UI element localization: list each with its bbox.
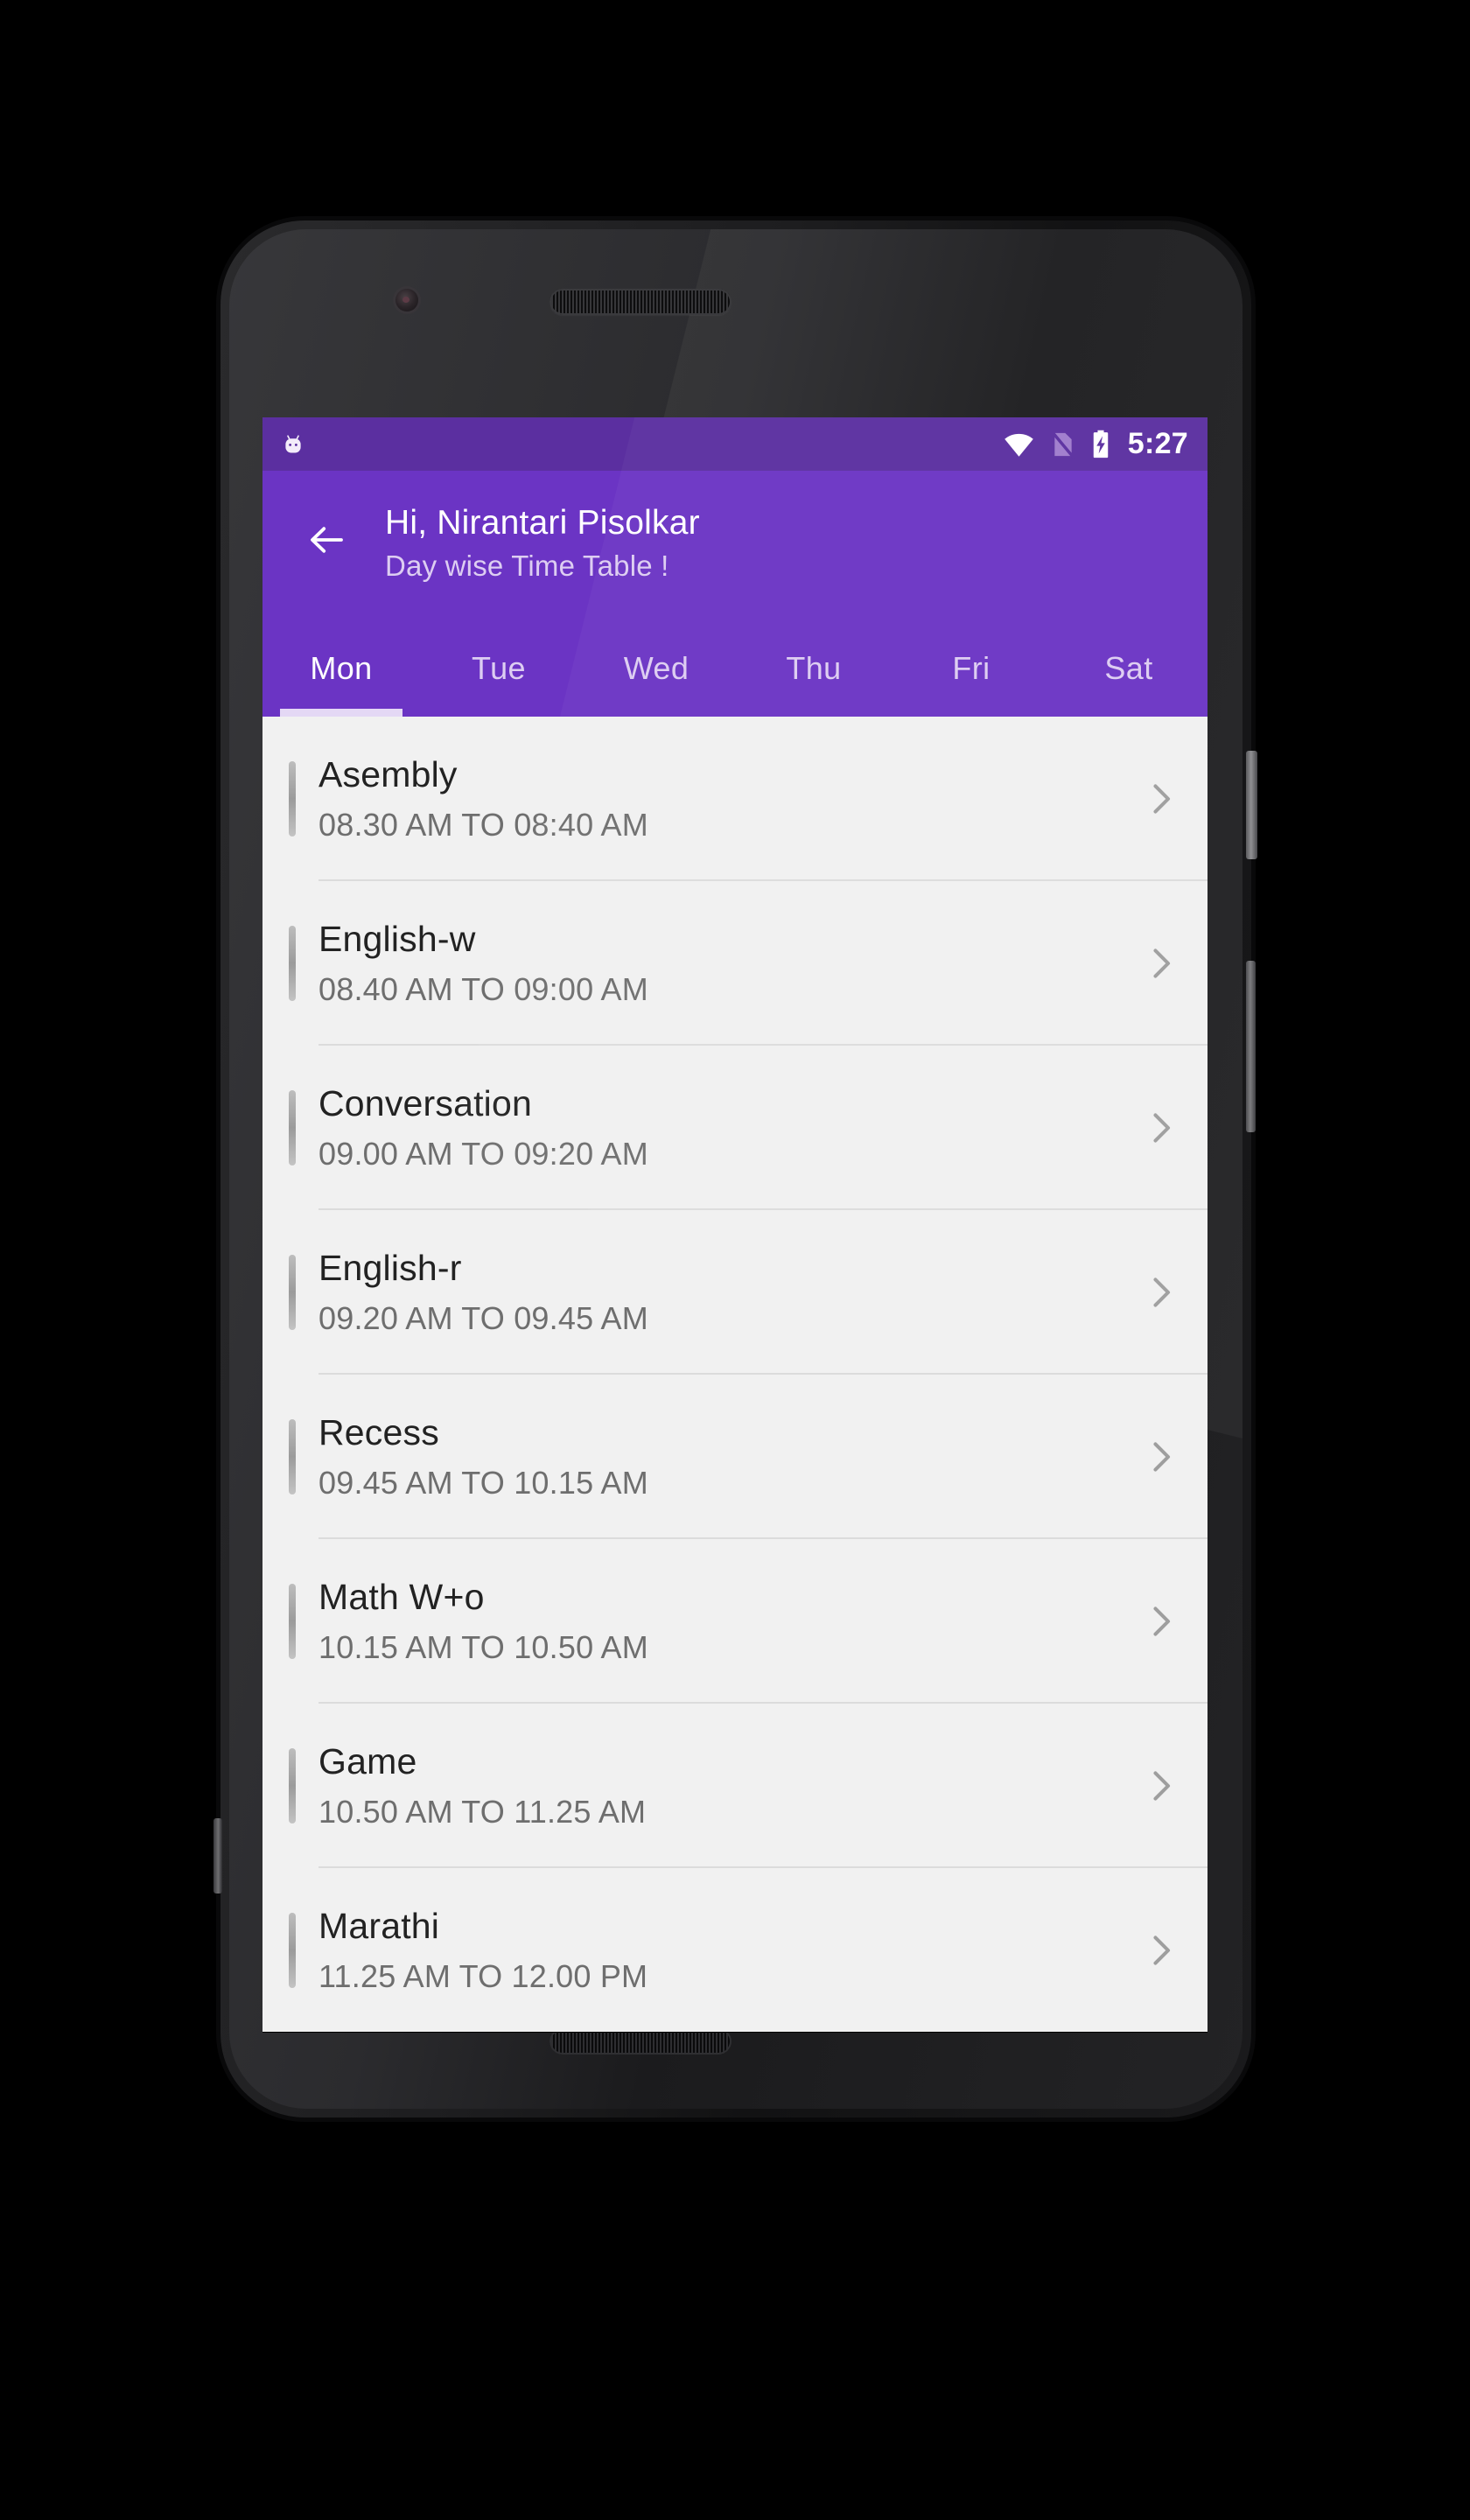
row-subject: Marathi bbox=[318, 1906, 440, 1946]
chevron-right-icon[interactable] bbox=[1141, 1108, 1181, 1148]
nav-home-button[interactable] bbox=[682, 2032, 788, 2033]
power-button[interactable] bbox=[1246, 751, 1257, 859]
row-accent-bar bbox=[289, 926, 296, 1001]
page-title: Hi, Nirantari Pisolkar bbox=[385, 504, 700, 542]
phone-screen: 5:27 Hi, Nirantari Pisolkar Day wise Tim… bbox=[262, 417, 1208, 2033]
app-bar-row: Hi, Nirantari Pisolkar Day wise Time Tab… bbox=[262, 492, 1208, 586]
tab-sat[interactable]: Sat bbox=[1050, 620, 1208, 717]
page-subtitle: Day wise Time Table ! bbox=[385, 550, 669, 582]
android-nav-bar bbox=[262, 2032, 1208, 2033]
row-subject: Asembly bbox=[318, 754, 458, 794]
earpiece-speaker-grille bbox=[550, 289, 732, 315]
row-time: 10.50 AM TO 11.25 AM bbox=[318, 1794, 647, 1830]
app-bar-titles: Hi, Nirantari Pisolkar Day wise Time Tab… bbox=[385, 492, 700, 586]
timetable-list[interactable]: Asembly 08.30 AM TO 08:40 AM English-w 0… bbox=[262, 717, 1208, 2032]
wifi-icon bbox=[1004, 431, 1034, 458]
table-row[interactable]: Game 10.50 AM TO 11.25 AM bbox=[262, 1704, 1208, 1868]
chevron-right-icon[interactable] bbox=[1141, 1437, 1181, 1477]
row-subject: Conversation bbox=[318, 1083, 532, 1124]
row-text: Conversation 09.00 AM TO 09:20 AM bbox=[318, 1079, 1129, 1177]
tab-label: Thu bbox=[786, 649, 842, 686]
front-camera-icon bbox=[396, 289, 418, 312]
row-subject: Math W+o bbox=[318, 1577, 485, 1617]
back-button[interactable] bbox=[292, 506, 360, 574]
table-row[interactable]: Conversation 09.00 AM TO 09:20 AM bbox=[262, 1046, 1208, 1210]
row-subject: Recess bbox=[318, 1412, 439, 1452]
tab-fri[interactable]: Fri bbox=[892, 620, 1050, 717]
screenshot-canvas: 5:27 Hi, Nirantari Pisolkar Day wise Tim… bbox=[0, 0, 1470, 2520]
tab-label: Wed bbox=[623, 649, 690, 686]
arrow-left-icon bbox=[305, 519, 347, 561]
table-row[interactable]: English-w 08.40 AM TO 09:00 AM bbox=[262, 881, 1208, 1046]
row-accent-bar bbox=[289, 1913, 296, 1988]
volume-rocker-button[interactable] bbox=[1246, 961, 1256, 1132]
chevron-right-icon[interactable] bbox=[1141, 1272, 1181, 1312]
no-sim-icon bbox=[1049, 430, 1075, 458]
tab-label: Mon bbox=[310, 649, 373, 686]
app-bar: Hi, Nirantari Pisolkar Day wise Time Tab… bbox=[262, 471, 1208, 620]
chevron-right-icon[interactable] bbox=[1141, 1766, 1181, 1806]
tab-thu[interactable]: Thu bbox=[735, 620, 892, 717]
tab-label: Sat bbox=[1104, 649, 1153, 686]
row-time: 11.25 AM TO 12.00 PM bbox=[318, 1958, 648, 1994]
android-bot-icon bbox=[280, 431, 306, 458]
tab-wed[interactable]: Wed bbox=[578, 620, 735, 717]
chevron-right-icon[interactable] bbox=[1141, 779, 1181, 819]
status-bar: 5:27 bbox=[262, 417, 1208, 471]
row-accent-bar bbox=[289, 761, 296, 836]
row-time: 10.15 AM TO 10.50 AM bbox=[318, 1629, 648, 1665]
row-time: 09.45 AM TO 10.15 AM bbox=[318, 1465, 648, 1501]
tab-label: Fri bbox=[952, 649, 990, 686]
row-text: Math W+o 10.15 AM TO 10.50 AM bbox=[318, 1572, 1129, 1670]
table-row[interactable]: Asembly 08.30 AM TO 08:40 AM bbox=[262, 717, 1208, 881]
row-time: 08.30 AM TO 08:40 AM bbox=[318, 807, 648, 843]
row-accent-bar bbox=[289, 1584, 296, 1659]
nav-back-button[interactable] bbox=[391, 2032, 496, 2033]
chevron-right-icon[interactable] bbox=[1141, 943, 1181, 984]
row-accent-bar bbox=[289, 1419, 296, 1494]
chevron-right-icon[interactable] bbox=[1141, 1601, 1181, 1642]
tab-tue[interactable]: Tue bbox=[420, 620, 578, 717]
row-subject: Game bbox=[318, 1741, 417, 1782]
row-text: Recess 09.45 AM TO 10.15 AM bbox=[318, 1408, 1129, 1506]
battery-charging-icon bbox=[1090, 430, 1111, 459]
status-bar-left bbox=[280, 431, 306, 458]
table-row[interactable]: Math W+o 10.15 AM TO 10.50 AM bbox=[262, 1539, 1208, 1704]
row-time: 08.40 AM TO 09:00 AM bbox=[318, 971, 648, 1007]
row-accent-bar bbox=[289, 1255, 296, 1330]
row-text: English-r 09.20 AM TO 09.45 AM bbox=[318, 1243, 1129, 1341]
row-text: Asembly 08.30 AM TO 08:40 AM bbox=[318, 750, 1129, 848]
row-subject: English-r bbox=[318, 1248, 462, 1288]
row-text: Marathi 11.25 AM TO 12.00 PM bbox=[318, 1901, 1129, 1999]
day-tab-bar: Mon Tue Wed Thu Fri Sat bbox=[262, 620, 1208, 717]
status-bar-clock: 5:27 bbox=[1127, 427, 1188, 460]
tab-mon[interactable]: Mon bbox=[262, 620, 420, 717]
table-row[interactable]: English-r 09.20 AM TO 09.45 AM bbox=[262, 1210, 1208, 1375]
table-row[interactable]: Marathi 11.25 AM TO 12.00 PM bbox=[262, 1868, 1208, 2032]
row-accent-bar bbox=[289, 1748, 296, 1824]
table-row[interactable]: Recess 09.45 AM TO 10.15 AM bbox=[262, 1375, 1208, 1539]
left-edge-trim bbox=[214, 1818, 222, 1894]
row-accent-bar bbox=[289, 1090, 296, 1166]
tab-label: Tue bbox=[472, 649, 526, 686]
row-text: English-w 08.40 AM TO 09:00 AM bbox=[318, 914, 1129, 1012]
tab-active-indicator bbox=[280, 709, 402, 717]
row-text: Game 10.50 AM TO 11.25 AM bbox=[318, 1737, 1129, 1835]
row-time: 09.20 AM TO 09.45 AM bbox=[318, 1300, 648, 1336]
row-time: 09.00 AM TO 09:20 AM bbox=[318, 1136, 648, 1172]
chevron-right-icon[interactable] bbox=[1141, 1930, 1181, 1970]
status-bar-right: 5:27 bbox=[1004, 427, 1188, 461]
nav-recents-button[interactable] bbox=[974, 2032, 1079, 2033]
row-subject: English-w bbox=[318, 919, 476, 959]
